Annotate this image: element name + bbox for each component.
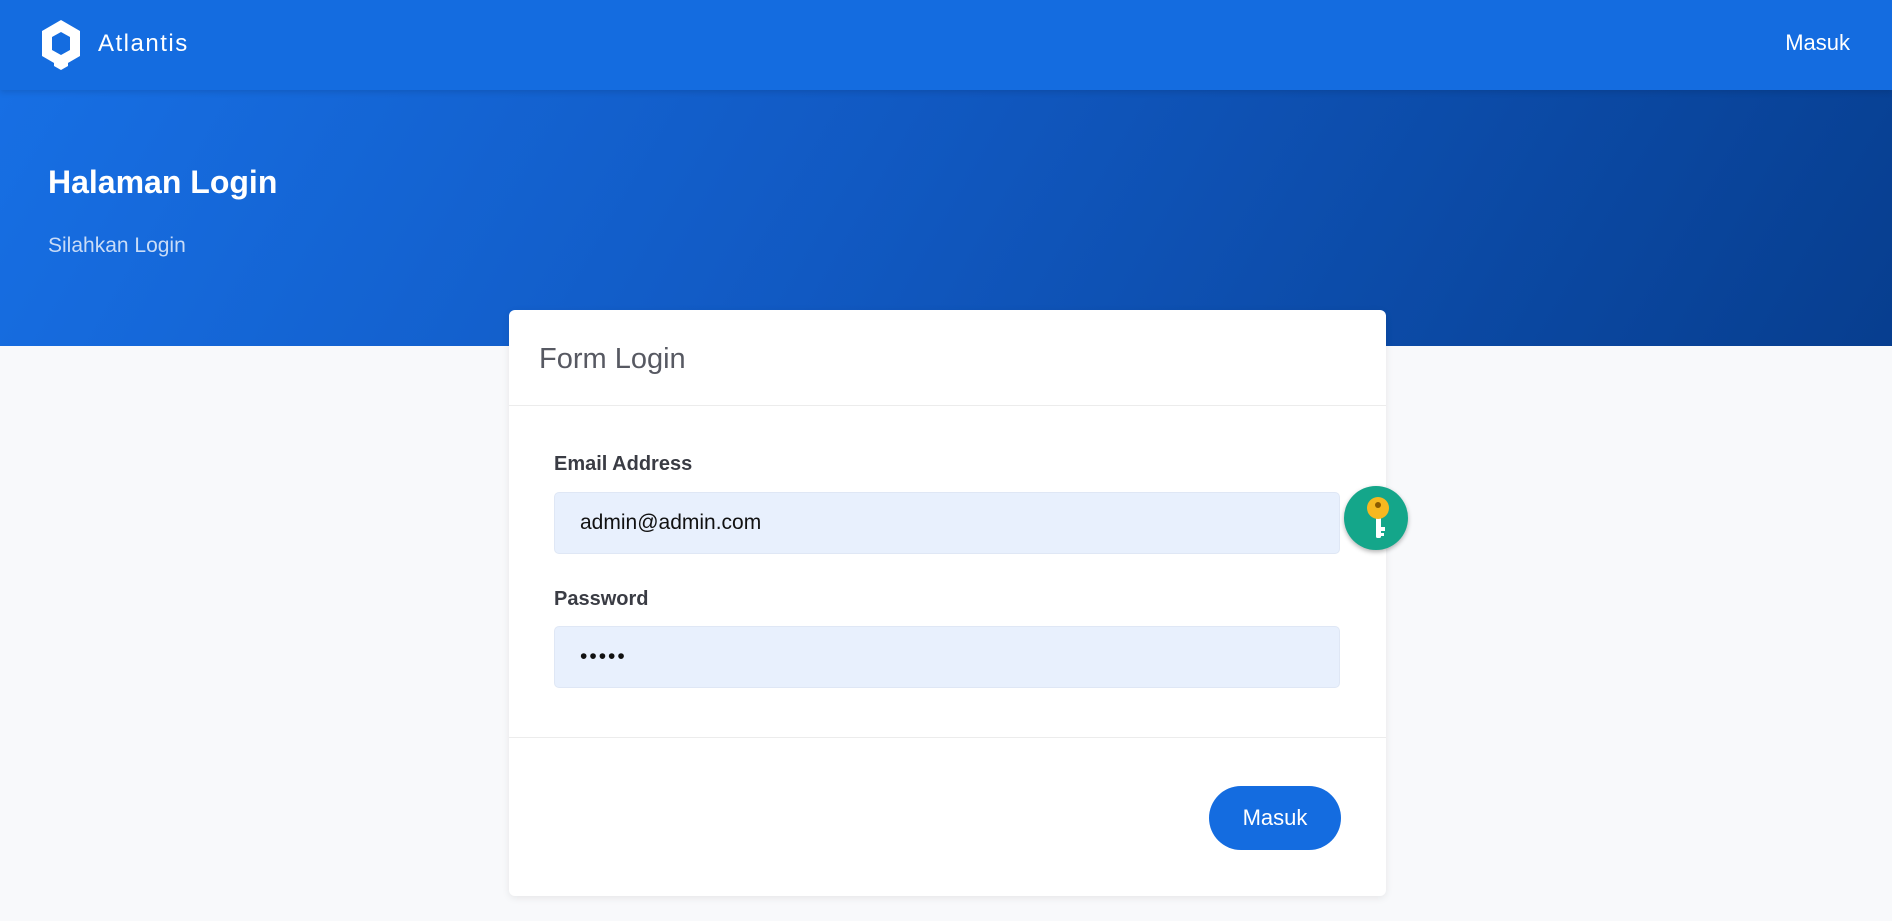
atlantis-logo-icon bbox=[42, 20, 80, 70]
login-submit-button[interactable]: Masuk bbox=[1209, 786, 1341, 850]
navbar: Atlantis Masuk bbox=[0, 0, 1892, 90]
card-title: Form Login bbox=[539, 343, 686, 375]
password-field[interactable] bbox=[554, 626, 1340, 688]
card-footer: Masuk bbox=[509, 738, 1386, 895]
login-card: Form Login Email Address Password Masuk bbox=[509, 310, 1408, 896]
page-subtitle: Silahkan Login bbox=[48, 234, 186, 257]
email-label: Email Address bbox=[554, 453, 693, 475]
card-body: Email Address Password bbox=[509, 406, 1408, 738]
brand-name: Atlantis bbox=[98, 30, 189, 57]
password-label: Password bbox=[554, 588, 649, 610]
page-title: Halaman Login bbox=[48, 164, 278, 200]
nav-login-link[interactable]: Masuk bbox=[1785, 30, 1850, 56]
email-field[interactable] bbox=[554, 492, 1340, 554]
brand[interactable]: Atlantis bbox=[38, 18, 189, 70]
page-header: Halaman Login Silahkan Login bbox=[0, 90, 1892, 346]
key-icon bbox=[1367, 497, 1389, 538]
password-manager-key-button[interactable] bbox=[1344, 486, 1408, 550]
card-header: Form Login bbox=[509, 310, 1386, 406]
